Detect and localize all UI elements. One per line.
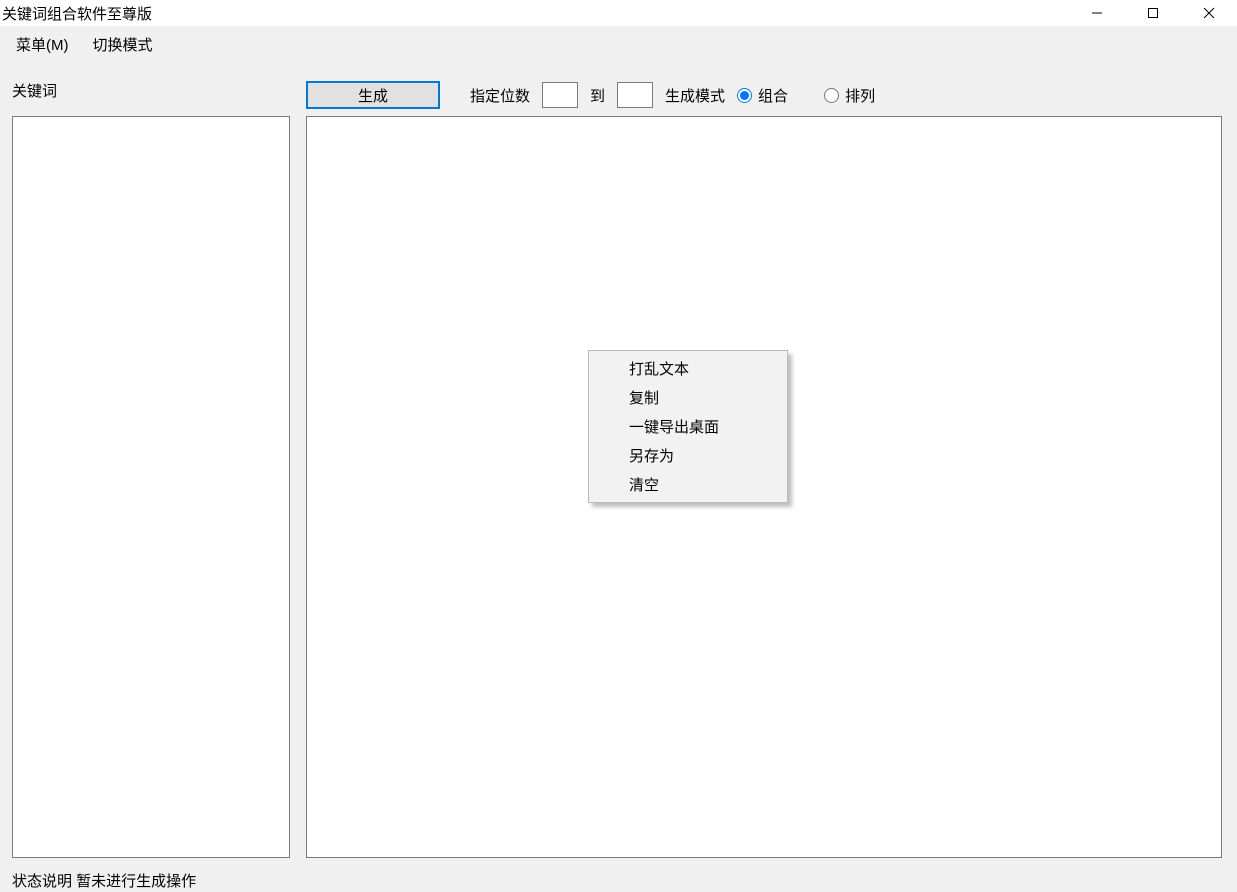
- digits-to-input[interactable]: [617, 82, 653, 108]
- keywords-label: 关键词: [12, 80, 290, 101]
- context-copy[interactable]: 复制: [591, 383, 785, 412]
- radio-combine[interactable]: [737, 88, 752, 103]
- radio-combine-wrap[interactable]: 组合: [737, 85, 788, 106]
- right-panel: 生成 指定位数 到 生成模式 组合 排列: [306, 80, 1222, 110]
- close-button[interactable]: [1181, 0, 1237, 26]
- context-menu: 打乱文本 复制 一键导出桌面 另存为 清空: [588, 350, 788, 503]
- context-save-as[interactable]: 另存为: [591, 441, 785, 470]
- digits-from-input[interactable]: [542, 82, 578, 108]
- generate-button[interactable]: 生成: [306, 81, 440, 109]
- close-icon: [1203, 7, 1215, 19]
- radio-permute[interactable]: [824, 88, 839, 103]
- context-clear[interactable]: 清空: [591, 470, 785, 499]
- maximize-icon: [1147, 7, 1159, 19]
- window-controls: [1069, 0, 1237, 26]
- status-text: 状态说明 暂未进行生成操作: [12, 870, 196, 891]
- menu-switch-mode[interactable]: 切换模式: [93, 34, 153, 55]
- radio-combine-label: 组合: [758, 85, 788, 106]
- maximize-button[interactable]: [1125, 0, 1181, 26]
- digits-label: 指定位数: [470, 85, 530, 106]
- context-shuffle-text[interactable]: 打乱文本: [591, 354, 785, 383]
- menu-main[interactable]: 菜单(M): [16, 34, 69, 55]
- menubar: 菜单(M) 切换模式: [0, 26, 1237, 62]
- window-title: 关键词组合软件至尊版: [2, 3, 152, 24]
- minimize-icon: [1091, 7, 1103, 19]
- context-export-desktop[interactable]: 一键导出桌面: [591, 412, 785, 441]
- radio-permute-wrap[interactable]: 排列: [824, 85, 875, 106]
- mode-label: 生成模式: [665, 85, 725, 106]
- toolbar: 生成 指定位数 到 生成模式 组合 排列: [306, 80, 1222, 110]
- titlebar: 关键词组合软件至尊版: [0, 0, 1237, 26]
- minimize-button[interactable]: [1069, 0, 1125, 26]
- keywords-textarea[interactable]: [12, 116, 290, 858]
- left-panel: 关键词: [12, 80, 290, 113]
- to-label: 到: [590, 85, 605, 106]
- statusbar: 状态说明 暂未进行生成操作: [0, 868, 1237, 892]
- radio-permute-label: 排列: [845, 85, 875, 106]
